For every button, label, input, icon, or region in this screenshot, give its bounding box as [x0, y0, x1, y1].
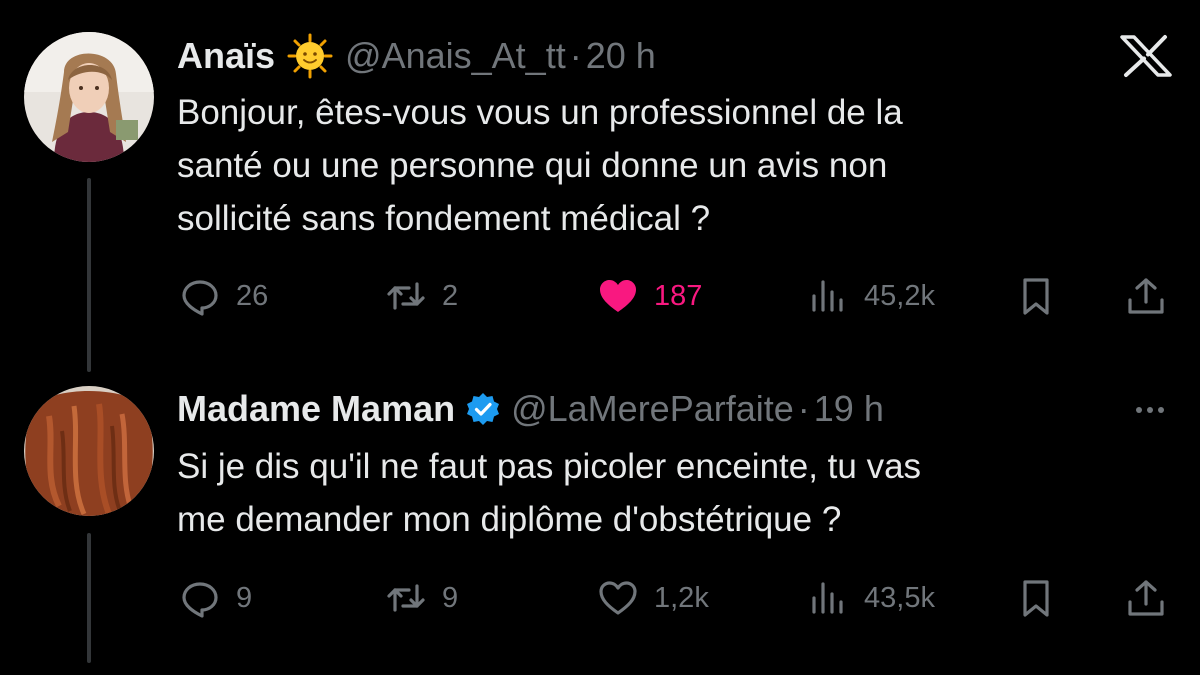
retweet-count: 9 [442, 581, 459, 614]
x-logo-icon[interactable] [1118, 34, 1174, 78]
views-chart-icon [806, 274, 850, 318]
heart-outline-icon [596, 576, 640, 620]
sun-face-emoji-icon [287, 33, 333, 79]
tweet-header: Anaïs @Anais_At_tt · 20 h [177, 33, 656, 79]
views-count: 45,2k [864, 279, 935, 312]
user-handle[interactable]: @Anais_At_tt [345, 34, 566, 78]
views-button[interactable]: 43,5k [806, 576, 935, 620]
views-button[interactable]: 45,2k [806, 274, 935, 318]
share-button[interactable] [1124, 576, 1168, 620]
share-icon [1124, 274, 1168, 318]
separator-dot: · [797, 388, 810, 429]
views-count: 43,5k [864, 581, 935, 614]
like-count: 1,2k [654, 581, 709, 614]
views-chart-icon [806, 576, 850, 620]
like-button[interactable]: 1,2k [596, 576, 709, 620]
tweet-header: Madame Maman @LaMereParfaite · 19 h [177, 387, 884, 431]
reply-icon [178, 576, 222, 620]
like-count: 187 [654, 279, 703, 312]
avatar[interactable] [24, 386, 154, 516]
retweet-count: 2 [442, 279, 459, 312]
separator-dot: · [569, 35, 582, 76]
retweet-icon [384, 576, 428, 620]
reply-button[interactable]: 26 [178, 274, 268, 318]
thread-connector-line [87, 533, 91, 663]
retweet-button[interactable]: 2 [384, 274, 458, 318]
share-button[interactable] [1124, 274, 1168, 318]
bookmark-icon [1014, 274, 1058, 318]
user-handle[interactable]: @LaMereParfaite [511, 387, 794, 431]
more-dot [1136, 407, 1142, 413]
timestamp[interactable]: 20 h [586, 34, 656, 78]
avatar[interactable] [24, 32, 154, 162]
reply-button[interactable]: 9 [178, 576, 252, 620]
more-dot [1147, 407, 1153, 413]
display-name[interactable]: Anaïs [177, 34, 275, 78]
share-icon [1124, 576, 1168, 620]
tweet-text: Si je dis qu'il ne faut pas picoler ence… [177, 447, 922, 539]
retweet-icon [384, 274, 428, 318]
more-dot [1158, 407, 1164, 413]
bookmark-button[interactable] [1014, 576, 1058, 620]
reply-count: 9 [236, 581, 253, 614]
more-options-button[interactable] [1128, 390, 1172, 430]
reply-count: 26 [236, 279, 269, 312]
heart-filled-icon [596, 274, 640, 318]
bookmark-button[interactable] [1014, 274, 1058, 318]
thread-connector-line [87, 178, 91, 372]
like-button[interactable]: 187 [596, 274, 702, 318]
bookmark-icon [1014, 576, 1058, 620]
timestamp[interactable]: 19 h [814, 387, 884, 431]
retweet-button[interactable]: 9 [384, 576, 458, 620]
verified-badge-icon[interactable] [465, 391, 501, 427]
thread-view: Anaïs @Anais_At_tt · 20 h Bonjour, êtes-… [0, 0, 1200, 675]
reply-icon [178, 274, 222, 318]
display-name[interactable]: Madame Maman [177, 387, 455, 431]
tweet-text: Bonjour, êtes-vous vous un professionnel… [177, 93, 903, 238]
